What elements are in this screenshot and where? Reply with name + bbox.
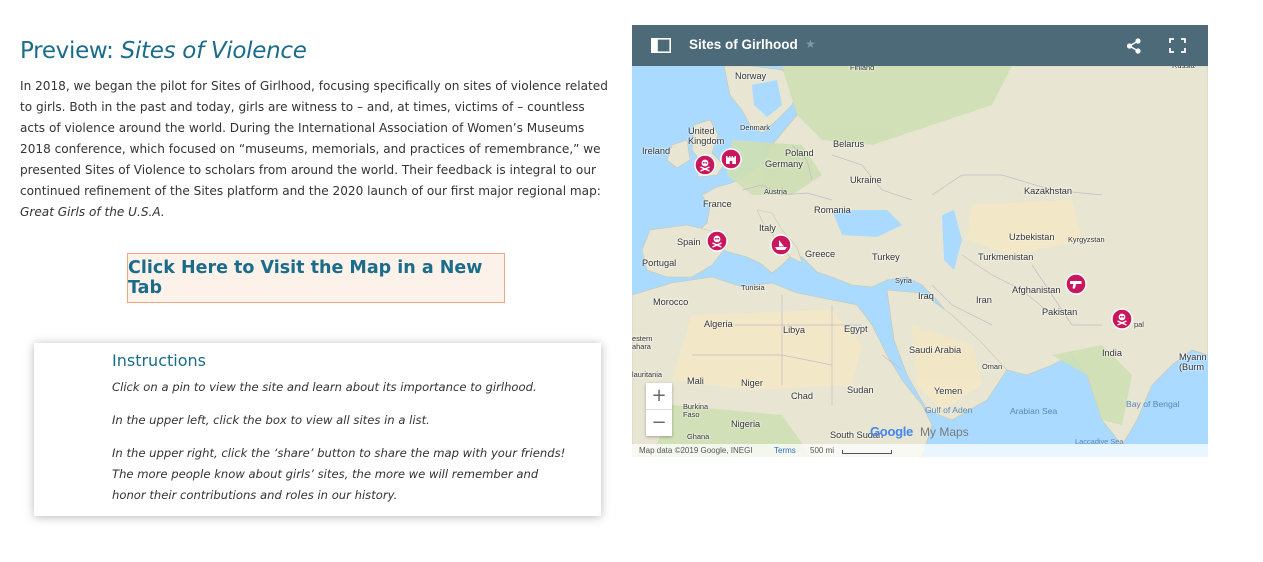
map-label-ghana: Ghana (687, 432, 710, 441)
instruction-pin: Click on a pin to view the site and lear… (112, 380, 537, 394)
instructions-card: Instructions Click on a pin to view the … (34, 343, 601, 516)
map-label-kazakhstan: Kazakhstan (1024, 186, 1073, 196)
map-label-ukraine: Ukraine (850, 175, 882, 185)
map-label-sudan: Sudan (847, 385, 874, 395)
zoom-in-button[interactable]: + (646, 383, 672, 410)
map-label-egypt: Egypt (844, 324, 868, 334)
google-logo: Google (870, 424, 913, 439)
map-label-italy: Italy (759, 223, 776, 233)
map-label-romania: Romania (814, 205, 851, 215)
map-label-nepal: pal (1134, 320, 1144, 329)
map-title: Sites of Girlhood (689, 37, 798, 52)
page-title-prefix: Preview: (20, 38, 121, 64)
map-label-nigeria: Nigeria (731, 419, 761, 429)
map-label-belarus: Belarus (833, 139, 865, 149)
map-label-western-sahara: estern ahara (632, 334, 653, 351)
sidebar-list-icon[interactable] (651, 38, 671, 53)
map-label-gulf-of-aden: Gulf of Aden (925, 405, 973, 415)
my-maps-label: My Maps (920, 425, 969, 439)
map-attribution-bar: Map data ©2019 Google, INEGI Terms 500 m… (632, 444, 1208, 457)
map-label-turkmenistan: Turkmenistan (978, 252, 1034, 262)
instruction-share: In the upper right, click the ‘share’ bu… (112, 446, 566, 502)
map-label-algeria: Algeria (704, 319, 733, 329)
map-label-libya: Libya (783, 325, 805, 335)
map-label-spain: Spain (677, 237, 701, 247)
page-title: Preview: Sites of Violence (20, 38, 307, 64)
map-label-turkey: Turkey (872, 252, 900, 262)
map-label-ireland: Ireland (642, 146, 671, 156)
map-label-uk: United Kingdom (688, 126, 725, 146)
map-label-niger: Niger (741, 378, 763, 388)
pin-spain-skull[interactable] (706, 230, 728, 252)
map-label-denmark: Denmark (740, 123, 770, 132)
map-label-yemen: Yemen (934, 386, 963, 396)
intro-text: In 2018, we began the pilot for Sites of… (20, 79, 608, 198)
map-label-kyrgyzstan: Kyrgyzstan (1068, 235, 1105, 244)
map-header: Sites of Girlhood ★ (632, 25, 1208, 66)
map-label-greece: Greece (805, 249, 836, 259)
pin-nepal-skull[interactable] (1111, 308, 1133, 330)
map-label-poland: Poland (785, 148, 814, 158)
map-label-portugal: Portugal (642, 258, 677, 268)
intro-paragraph: In 2018, we began the pilot for Sites of… (20, 76, 610, 223)
map-label-mali: Mali (687, 376, 704, 386)
map-label-germany: Germany (765, 159, 803, 169)
map-label-myanmar: Myann (Burm (1179, 352, 1207, 372)
map-label-austria: Austria (764, 187, 788, 196)
map-label-morocco: Morocco (653, 297, 689, 307)
map-label-arabian-sea: Arabian Sea (1010, 406, 1058, 416)
map-label-oman: Oman (982, 362, 1003, 371)
map-label-mauritania: lauritania (632, 370, 662, 379)
map-label-france: France (703, 199, 732, 209)
visit-map-button[interactable]: Click Here to Visit the Map in a New Tab (127, 253, 505, 303)
fullscreen-icon[interactable] (1169, 38, 1186, 53)
map-label-syria: Syria (895, 276, 912, 285)
embedded-map[interactable]: Finland Norway Russia United Kingdom Den… (632, 25, 1208, 457)
terms-link[interactable]: Terms (774, 446, 796, 455)
page-title-emphasis: Sites of Violence (120, 38, 307, 64)
map-label-india: India (1102, 348, 1122, 358)
map-scale-label: 500 mi (810, 445, 835, 455)
instruction-list: In the upper left, click the box to view… (112, 413, 430, 427)
instructions-heading: Instructions (112, 351, 206, 370)
map-label-afghanistan: Afghanistan (1012, 285, 1061, 295)
map-label-chad: Chad (791, 391, 813, 401)
pin-afghanistan-gun[interactable] (1065, 273, 1087, 295)
map-label-iraq: Iraq (918, 291, 934, 301)
map-label-bay-of-bengal: Bay of Bengal (1126, 399, 1180, 409)
pin-italy-ship[interactable] (770, 234, 792, 256)
map-label-norway: Norway (735, 71, 767, 81)
zoom-out-button[interactable]: − (646, 410, 672, 436)
pin-uk-skull[interactable] (694, 154, 716, 176)
share-icon[interactable] (1125, 37, 1143, 55)
star-icon[interactable]: ★ (805, 37, 816, 51)
map-label-iran: Iran (976, 295, 992, 305)
map-label-tunisia: Tunisia (741, 283, 765, 292)
map-label-burkina-faso: Burkina Faso (683, 402, 709, 419)
map-label-pakistan: Pakistan (1042, 307, 1078, 317)
map-attribution: Map data ©2019 Google, INEGI (639, 445, 753, 455)
map-scale-bar (842, 450, 892, 454)
zoom-control: + − (646, 383, 672, 436)
pin-germany-castle[interactable] (720, 148, 742, 170)
map-label-uzbekistan: Uzbekistan (1009, 232, 1055, 242)
map-label-saudi-arabia: Saudi Arabia (909, 345, 962, 355)
intro-map-name: Great Girls of the U.S.A. (20, 205, 165, 219)
